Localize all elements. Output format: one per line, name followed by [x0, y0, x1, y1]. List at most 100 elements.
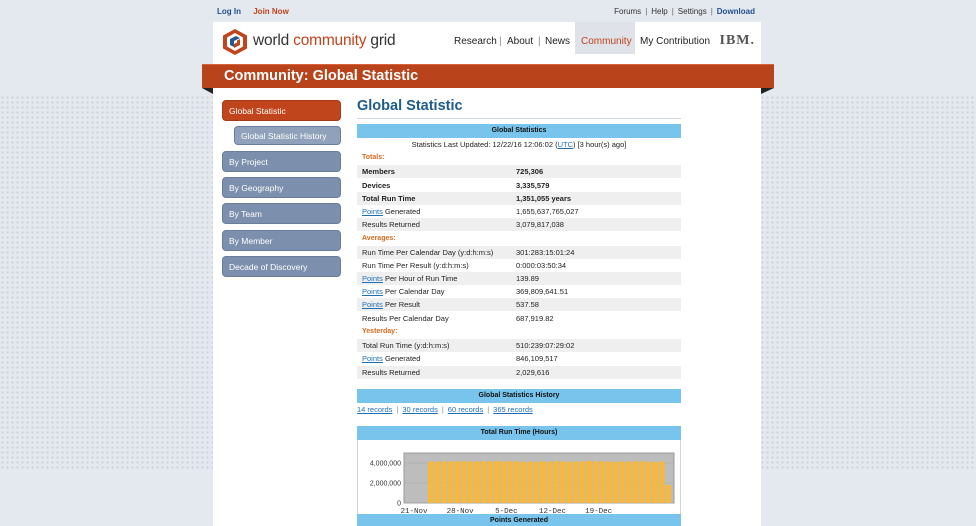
records-365-link[interactable]: 365 records [493, 405, 533, 414]
wcg-logo-icon[interactable] [221, 28, 249, 56]
chart-bar [553, 461, 559, 503]
nav-research[interactable]: Research [454, 36, 497, 47]
stat-value: 139.89 [516, 274, 539, 283]
separator: | [441, 405, 444, 414]
chart-bar [619, 461, 625, 503]
stat-row-devices: Devices 3,335,579 [357, 179, 681, 192]
banner-fold-left [202, 88, 213, 94]
sidebar-item-decade-of-discovery[interactable]: Decade of Discovery [222, 256, 341, 277]
join-now-link[interactable]: Join Now [253, 7, 289, 16]
totals-label: Totals: [362, 154, 385, 161]
stat-value: 1,351,055 years [516, 194, 572, 203]
stat-row-points-per-result: Points Per Result 537.58 [357, 298, 681, 312]
chart-bar [632, 461, 639, 503]
stat-value: 725,306 [516, 167, 544, 176]
wcg-logo-text[interactable]: world community grid [253, 32, 396, 50]
chart-bar [460, 461, 467, 503]
chart-bar [467, 461, 474, 503]
stat-label: Results Per Calendar Day [362, 314, 449, 323]
records-30-link[interactable]: 30 records [402, 405, 437, 414]
chart-bar [612, 461, 619, 503]
chart-bar [428, 461, 434, 503]
global-statistics-header: Global Statistics [357, 124, 681, 138]
records-14-link[interactable]: 14 records [357, 405, 392, 414]
chart-y-tick-label: 4,000,000 [370, 461, 401, 468]
chart-bar [652, 462, 658, 503]
nav-news[interactable]: News [545, 36, 570, 47]
top-bar: Log In Join Now Forums | Help | Settings | Dow… [213, 0, 761, 22]
separator: | [499, 36, 502, 47]
points-link[interactable]: Points [362, 300, 383, 309]
nav-community-label: Community [581, 36, 632, 47]
records-60-link[interactable]: 60 records [448, 405, 483, 414]
stat-row-results-per-day: Results Per Calendar Day 687,919.82 [357, 312, 681, 325]
sidebar-item-by-member[interactable]: By Member [222, 230, 341, 251]
stat-label: Run Time Per Calendar Day (y:d:h:m:s) [362, 248, 494, 257]
records-links: 14 records | 30 records | 60 records | 365 rec… [357, 405, 533, 414]
points-generated-header: Points Generated [357, 514, 681, 526]
chart-bar [454, 461, 461, 503]
settings-link[interactable]: Settings [678, 7, 707, 16]
chart-bar [474, 461, 480, 503]
utc-link[interactable]: UTC [558, 140, 573, 149]
stat-row-points-generated: Points Generated 1,655,637,765,027 [357, 205, 681, 218]
ibm-logo[interactable]: IBM. [720, 33, 756, 49]
stat-value: 846,109,517 [516, 354, 558, 363]
site-header: world community grid Research | About | … [213, 22, 761, 62]
stat-label: Total Run Time [362, 194, 416, 203]
history-header: Global Statistics History [357, 389, 681, 403]
sidebar-item-global-statistic-history[interactable]: Global Statistic History [234, 126, 341, 145]
separator: | [396, 405, 399, 414]
forums-link[interactable]: Forums [614, 7, 641, 16]
stat-row-points-per-hour: Points Per Hour of Run Time 139.89 [357, 272, 681, 286]
nav-my-contribution[interactable]: My Contribution [640, 36, 710, 47]
nav-about[interactable]: About [507, 36, 533, 47]
stat-value: 1,655,637,765,027 [516, 207, 579, 216]
chart-bar [447, 461, 454, 503]
stat-label: Run Time Per Result (y:d:h:m:s) [362, 261, 469, 270]
chart-bar [639, 461, 645, 503]
points-link[interactable]: Points [362, 354, 383, 363]
chart-bar [493, 461, 500, 503]
chart-bar [592, 461, 599, 503]
chart-bar [507, 461, 513, 503]
stat-value: 537.58 [516, 300, 539, 309]
download-link[interactable]: Download [717, 7, 755, 16]
nav-community[interactable]: Community [575, 22, 635, 54]
stat-value: 0:000:03:50:34 [516, 261, 567, 270]
chart-bar [526, 461, 533, 503]
chart-y-tick-label: 2,000,000 [370, 481, 401, 488]
stat-label: Per Hour of Run Time [382, 274, 458, 283]
stat-label: Per Calendar Day [382, 287, 445, 296]
stat-value: 3,079,817,038 [516, 220, 564, 229]
points-link[interactable]: Points [362, 274, 383, 283]
logo-word-community: community [293, 32, 367, 49]
yesterday-label: Yesterday: [362, 328, 398, 335]
sidebar-item-by-project[interactable]: By Project [222, 151, 341, 172]
login-link[interactable]: Log In [217, 7, 241, 16]
chart-bar [579, 461, 586, 503]
chart-bar [566, 461, 573, 503]
stat-row-results-returned: Results Returned 3,079,817,038 [357, 218, 681, 232]
chart-bar [513, 461, 520, 503]
stat-label: Generated [382, 207, 421, 216]
chart-bar [559, 461, 566, 503]
chart-bar [540, 461, 546, 503]
help-link[interactable]: Help [651, 7, 667, 16]
averages-label: Averages: [362, 235, 396, 242]
points-link[interactable]: Points [362, 287, 383, 296]
sidebar-item-by-team[interactable]: By Team [222, 203, 341, 224]
points-link[interactable]: Points [362, 207, 383, 216]
page-banner: Community: Global Statistic [202, 64, 774, 88]
chart-bar [546, 461, 553, 503]
stat-row-run-time-per-result: Run Time Per Result (y:d:h:m:s) 0:000:03:… [357, 259, 681, 272]
sidebar-item-by-geography[interactable]: By Geography [222, 177, 341, 198]
stat-value: 301:283:15:01:24 [516, 248, 575, 257]
run-time-chart-svg: 4,000,0002,000,000021-Nov 28-Nov 5-Dec 12-D… [370, 452, 675, 516]
chart-bar [500, 461, 507, 503]
chart-bar [573, 461, 579, 503]
separator: | [487, 405, 490, 414]
banner-fold-right [761, 88, 774, 94]
sidebar-item-global-statistic[interactable]: Global Statistic [222, 100, 341, 121]
stat-row-total-run-time: Total Run Time 1,351,055 years [357, 192, 681, 206]
